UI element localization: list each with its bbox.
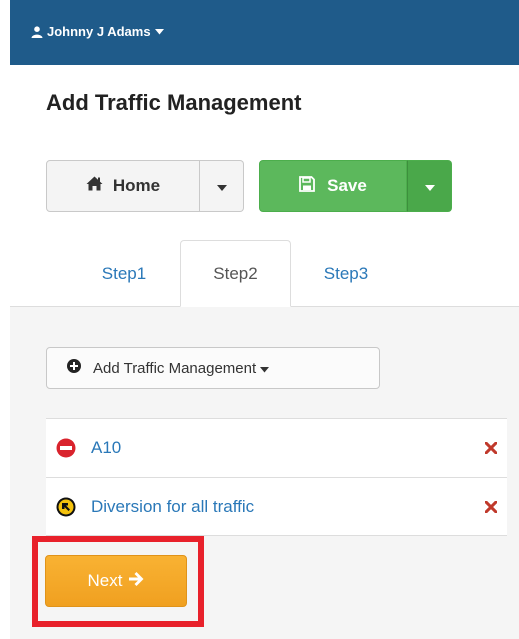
caret-down-icon (260, 360, 270, 377)
add-traffic-management-dropdown[interactable]: Add Traffic Management (46, 347, 380, 389)
caret-down-icon (424, 176, 435, 196)
no-entry-icon (55, 437, 77, 459)
caret-down-icon (216, 176, 227, 196)
home-label: Home (112, 176, 161, 195)
remove-icon[interactable] (485, 442, 497, 454)
page-title: Add Traffic Management (46, 90, 302, 115)
plus-circle-icon (67, 359, 81, 377)
home-icon (86, 176, 103, 196)
tab-step3[interactable]: Step3 (292, 240, 400, 307)
list-item-link[interactable]: A10 (91, 438, 121, 458)
tab-step2[interactable]: Step2 (180, 240, 291, 307)
diversion-sign-icon (55, 496, 77, 518)
home-button[interactable]: Home (46, 160, 200, 212)
remove-icon[interactable] (485, 500, 497, 513)
user-name: Johnny J Adams (47, 24, 151, 39)
save-button-group: Save (259, 160, 452, 212)
user-icon (31, 25, 43, 38)
save-label: Save (327, 176, 367, 195)
next-label: Next (87, 571, 123, 590)
home-dropdown-toggle[interactable] (200, 160, 244, 212)
save-dropdown-toggle[interactable] (407, 160, 452, 212)
list-item: Diversion for all traffic (46, 477, 507, 536)
list-item-link[interactable]: Diversion for all traffic (91, 497, 254, 517)
caret-down-icon (154, 28, 164, 35)
next-button[interactable]: Next (45, 555, 187, 607)
home-button-group: Home (46, 160, 244, 212)
save-button[interactable]: Save (259, 160, 407, 212)
top-navbar: Johnny J Adams (10, 0, 519, 65)
list-item: A10 (46, 418, 507, 477)
user-menu[interactable]: Johnny J Adams (31, 24, 164, 39)
traffic-management-list: A10 Diversion for all traffic (46, 418, 507, 536)
dropdown-label: Add Traffic Management (93, 359, 257, 377)
arrow-right-icon (128, 571, 144, 591)
floppy-disk-icon (299, 175, 316, 197)
tab-step1[interactable]: Step1 (70, 240, 178, 307)
